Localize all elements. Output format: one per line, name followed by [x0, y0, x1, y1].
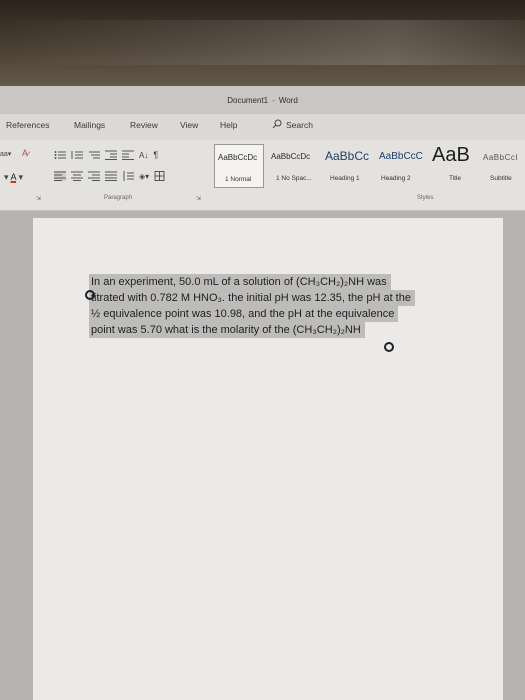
- align-left-icon[interactable]: [54, 171, 66, 181]
- decrease-indent-icon[interactable]: [105, 150, 117, 160]
- text-line: titrated with 0.782 M HNO₃. the initial …: [89, 290, 415, 306]
- style-no-spacing[interactable]: AaBbCcDc 1 No Spac...: [266, 144, 318, 186]
- selection-start-handle[interactable]: [85, 290, 95, 300]
- tab-review[interactable]: Review: [130, 120, 158, 130]
- style-name: 1 No Spac...: [276, 175, 312, 182]
- selected-paragraph[interactable]: In an experiment, 50.0 mL of a solution …: [89, 274, 451, 338]
- align-center-icon[interactable]: [71, 171, 83, 181]
- borders-icon[interactable]: [154, 171, 166, 181]
- search-icon: [272, 119, 282, 131]
- clear-formatting-icon[interactable]: A̷: [22, 148, 28, 158]
- ribbon-tabs: References Mailings Review View Help Sea…: [0, 114, 525, 140]
- style-sample: AaBbCc: [325, 149, 370, 163]
- text-line: In an experiment, 50.0 mL of a solution …: [89, 274, 391, 290]
- sort-icon[interactable]: A↓: [139, 151, 148, 160]
- style-subtitle[interactable]: AaBbCcI Subtitle: [480, 144, 525, 186]
- style-sample: AaBbCcI: [483, 153, 519, 162]
- style-name: Heading 2: [381, 175, 411, 182]
- font-dialog-launcher-icon[interactable]: ⇲: [36, 195, 41, 202]
- style-title[interactable]: AaB Title: [429, 144, 475, 186]
- paragraph-dialog-launcher-icon[interactable]: ⇲: [196, 195, 201, 202]
- style-name: Subtitle: [490, 175, 512, 182]
- style-sample: AaB: [432, 144, 470, 166]
- background-glare: [0, 20, 525, 65]
- paragraph-group-label: Paragraph: [104, 195, 133, 201]
- tab-help[interactable]: Help: [220, 120, 237, 130]
- tab-references[interactable]: References: [6, 120, 49, 130]
- selection-end-handle[interactable]: [384, 342, 394, 352]
- line-spacing-icon[interactable]: [122, 171, 134, 181]
- change-case-button[interactable]: aa▾: [0, 150, 11, 158]
- tab-mailings[interactable]: Mailings: [74, 120, 105, 130]
- ribbon: aa▾ A̷ ▾ A ▾ A↓ ¶ ◈▾ ⇲ Paragraph ⇲ AaBbC…: [0, 140, 525, 211]
- word-window: Document1 - Word References Mailings Rev…: [0, 86, 525, 700]
- search-label: Search: [286, 120, 313, 130]
- style-sample: AaBbCcC: [379, 151, 423, 162]
- style-sample: AaBbCcDc: [271, 152, 311, 161]
- text-line: ½ equivalence point was 10.98, and the p…: [89, 306, 399, 322]
- search-box[interactable]: Search: [272, 119, 313, 131]
- title-bar: Document1 - Word: [0, 86, 525, 115]
- pilcrow-icon[interactable]: ¶: [153, 150, 158, 160]
- increase-indent-icon[interactable]: [122, 150, 134, 160]
- bullets-icon[interactable]: [54, 150, 66, 160]
- style-heading-1[interactable]: AaBbCc Heading 1: [322, 144, 377, 186]
- paragraph-row-2: ◈▾: [54, 171, 166, 181]
- style-name: 1 Normal: [225, 176, 252, 183]
- app-title: Word: [278, 95, 298, 105]
- style-name: Title: [449, 175, 462, 182]
- styles-gallery: AaBbCcDc 1 Normal AaBbCcDc 1 No Spac... …: [214, 144, 525, 188]
- numbering-icon[interactable]: [71, 150, 83, 160]
- multilevel-list-icon[interactable]: [88, 150, 100, 160]
- font-color-button[interactable]: ▾ A ▾: [4, 172, 23, 183]
- style-name: Heading 1: [330, 175, 360, 182]
- shading-icon[interactable]: ◈▾: [139, 172, 149, 181]
- style-sample: AaBbCcDc: [218, 153, 258, 162]
- justify-icon[interactable]: [105, 171, 117, 181]
- style-normal[interactable]: AaBbCcDc 1 Normal: [214, 144, 264, 188]
- style-heading-2[interactable]: AaBbCcC Heading 2: [377, 144, 427, 186]
- title-separator: -: [272, 95, 275, 105]
- text-line: point was 5.70 what is the molarity of t…: [89, 322, 365, 338]
- font-color-icon: A: [10, 172, 17, 182]
- align-right-icon[interactable]: [88, 171, 100, 181]
- styles-group-label: Styles: [417, 195, 434, 201]
- tab-view[interactable]: View: [180, 120, 198, 130]
- document-title: Document1: [227, 95, 269, 105]
- paragraph-row-1: A↓ ¶: [54, 150, 158, 160]
